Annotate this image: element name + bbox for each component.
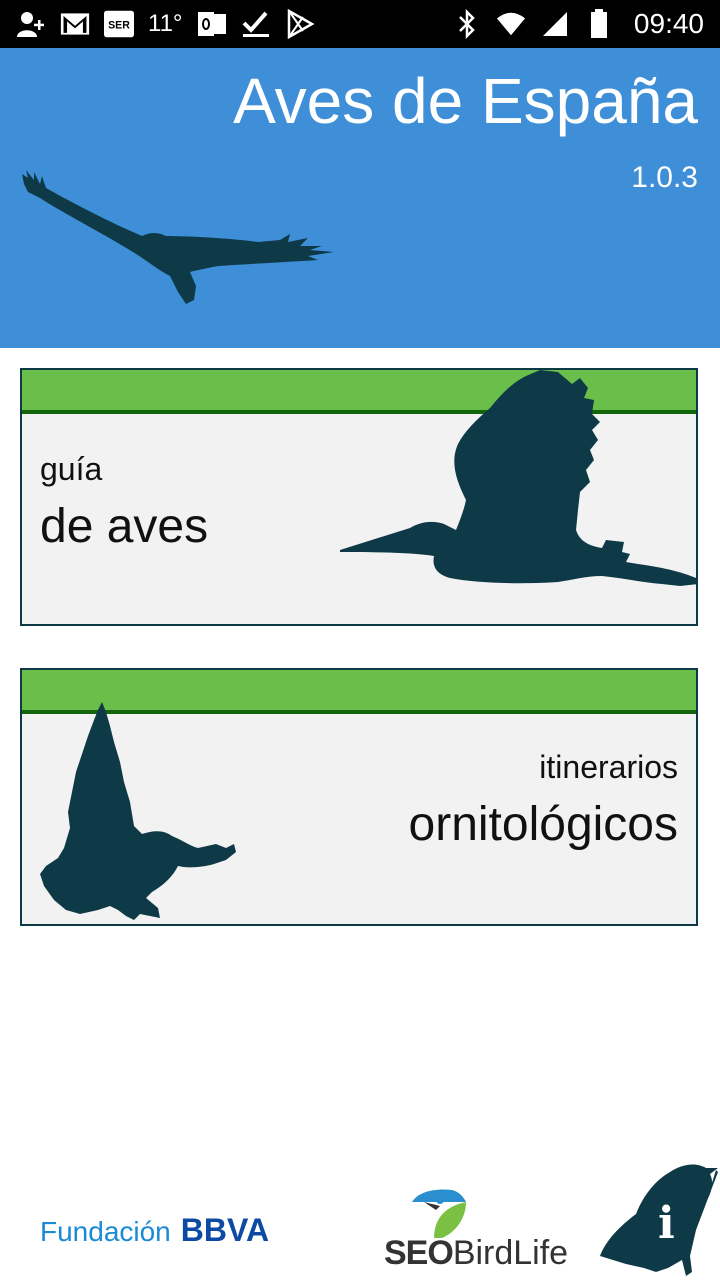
guide-card[interactable]: guía de aves: [20, 368, 698, 626]
routes-card[interactable]: itinerarios ornitológicos: [20, 668, 698, 926]
app-header: Aves de España 1.0.3: [0, 48, 720, 348]
gmail-icon: [60, 9, 90, 39]
status-bar: SER 11° 09:40: [0, 0, 720, 48]
wifi-icon: [496, 9, 526, 39]
play-store-icon: [285, 9, 315, 39]
app-title: Aves de España: [233, 65, 698, 137]
info-bird-icon[interactable]: i: [596, 1160, 720, 1278]
svg-text:SER: SER: [108, 19, 130, 31]
clock-time: 09:40: [633, 8, 704, 39]
fundacion-text: Fundación: [40, 1216, 171, 1247]
guide-card-title: de aves: [40, 500, 209, 553]
svg-text:i: i: [658, 1198, 675, 1249]
signal-icon: [540, 9, 570, 39]
guide-card-subtitle: guía: [40, 451, 103, 487]
seo-birdlife-logo[interactable]: SEOBirdLife: [384, 1188, 568, 1274]
birdlife-text: BirdLife: [452, 1234, 569, 1272]
routes-card-subtitle: itinerarios: [539, 749, 678, 785]
bbva-text: BBVA: [180, 1212, 270, 1248]
seo-birdlife-bird-icon: [412, 1189, 466, 1238]
battery-icon: [584, 9, 614, 39]
seo-birdlife-text: SEOBirdLife: [384, 1234, 568, 1273]
fundacion-bbva-logo[interactable]: Fundación BBVA: [40, 1212, 269, 1249]
owl-silhouette-icon: [40, 702, 236, 920]
add-contact-icon: [16, 9, 46, 39]
ser-icon: SER: [104, 9, 134, 39]
bluetooth-icon: [452, 9, 482, 39]
outlook-icon: [197, 9, 227, 39]
soaring-bird-silhouette-icon: [22, 170, 334, 304]
heron-silhouette-icon: [340, 370, 696, 586]
temperature-text: 11°: [148, 10, 183, 37]
seo-text: SEO: [384, 1234, 454, 1272]
routes-card-title: ornitológicos: [408, 798, 678, 851]
check-icon: [241, 9, 271, 39]
app-version: 1.0.3: [631, 161, 698, 194]
